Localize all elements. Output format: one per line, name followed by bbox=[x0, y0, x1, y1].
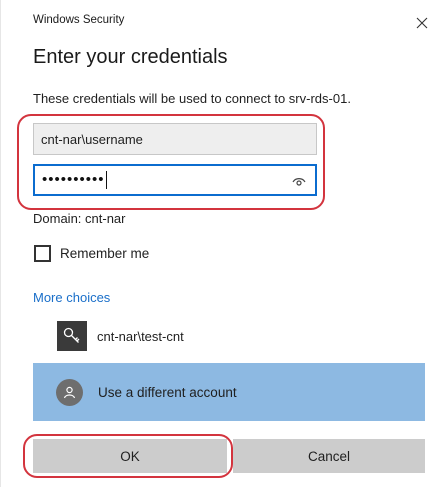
close-button[interactable] bbox=[405, 8, 438, 38]
account-item-test-cnt[interactable]: cnt-nar\test-cnt bbox=[33, 320, 425, 354]
annotation-highlight-fields bbox=[17, 114, 325, 210]
account-item-different[interactable]: Use a different account bbox=[33, 363, 425, 421]
window-title: Windows Security bbox=[33, 14, 125, 26]
dialog-heading: Enter your credentials bbox=[33, 46, 228, 68]
account-label: cnt-nar\test-cnt bbox=[97, 329, 184, 344]
user-avatar-icon bbox=[56, 379, 83, 406]
checkbox-box[interactable] bbox=[34, 245, 51, 262]
credential-dialog: Windows Security Enter your credentials … bbox=[0, 0, 438, 487]
more-choices-link[interactable]: More choices bbox=[33, 290, 110, 305]
dialog-description: These credentials will be used to connec… bbox=[33, 91, 351, 106]
close-icon bbox=[416, 17, 428, 29]
remember-me-label: Remember me bbox=[60, 246, 150, 261]
title-bar: Windows Security bbox=[1, 0, 438, 40]
domain-text: Domain: cnt-nar bbox=[33, 211, 126, 226]
annotation-highlight-ok bbox=[23, 434, 233, 478]
key-icon bbox=[57, 321, 87, 351]
account-label: Use a different account bbox=[98, 385, 237, 400]
cancel-button[interactable]: Cancel bbox=[233, 439, 425, 473]
remember-me-checkbox[interactable]: Remember me bbox=[34, 245, 149, 262]
